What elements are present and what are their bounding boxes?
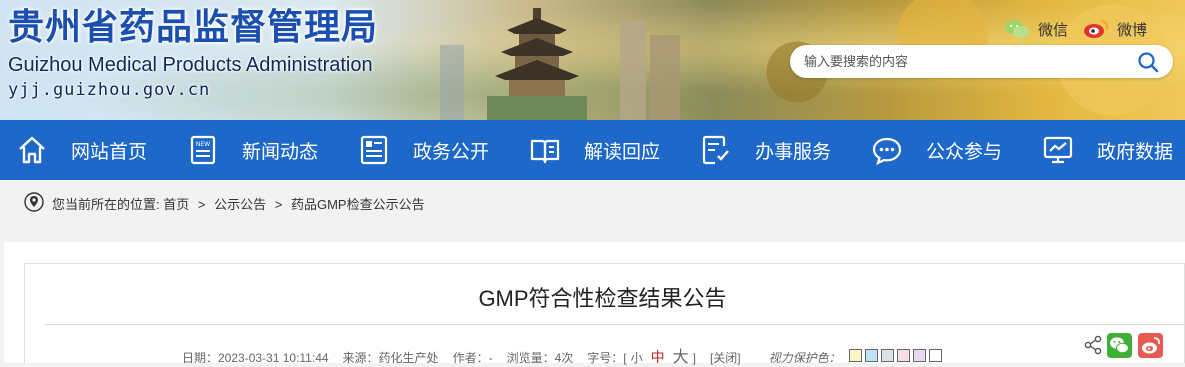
nav-item-label: 解读回应: [584, 141, 661, 163]
nav-item-label: 政务公开: [413, 141, 490, 163]
site-title-english: Guizhou Medical Products Administration: [8, 54, 373, 76]
breadcrumb: 您当前所在的位置: 首页 > 公示公告 > 药品GMP检查公示公告: [0, 180, 1185, 225]
nav-item-services[interactable]: 办事服务: [700, 120, 831, 180]
banner-building: [650, 35, 680, 120]
share-weibo-button[interactable]: [1138, 333, 1163, 358]
wechat-label: 微信: [1038, 21, 1069, 39]
site-title: 贵州省药品监督管理局: [8, 7, 379, 48]
weibo-label: 微博: [1117, 21, 1148, 39]
breadcrumb-link-home[interactable]: 首页: [163, 197, 189, 212]
article-views: 浏览量：4次: [506, 351, 574, 365]
eye-color-swatch[interactable]: [928, 349, 942, 362]
site-url: yjj.guizhou.gov.cn: [8, 80, 211, 100]
nav-item-home[interactable]: 网站首页: [16, 120, 147, 180]
wechat-icon: [1005, 20, 1029, 38]
close-page-link[interactable]: [关闭]: [710, 349, 741, 366]
data-monitor-icon: [1043, 136, 1073, 164]
news-icon: NEW: [190, 135, 216, 165]
article-date: 日期：2023-03-31 10:11:44: [182, 351, 329, 365]
wechat-link[interactable]: 微信: [1004, 18, 1068, 40]
eye-color-swatch[interactable]: [864, 349, 878, 362]
wechat-icon: [1110, 337, 1129, 354]
eye-color-swatch[interactable]: [896, 349, 910, 362]
font-size-medium-button[interactable]: 中: [651, 347, 665, 367]
nav-item-gov-open[interactable]: 政务公开: [358, 120, 489, 180]
main-nav: 网站首页 NEW 新闻动态 政务公开 解读回应 办事服务 公众参与 政府数据: [0, 120, 1185, 180]
search-input[interactable]: [804, 51, 1104, 71]
nav-item-label: 政府数据: [1097, 141, 1174, 163]
nav-item-label: 公众参与: [926, 141, 1003, 163]
search-box: [790, 45, 1173, 78]
font-size-label: 字号：[: [587, 351, 627, 365]
weibo-icon: [1084, 20, 1109, 38]
nav-item-public-participation[interactable]: 公众参与: [871, 120, 1002, 180]
header-banner: 贵州省药品监督管理局 Guizhou Medical Products Admi…: [0, 0, 1185, 120]
article-meta: 日期：2023-03-31 10:11:44 来源：药化生产处 作者：- 浏览量…: [182, 343, 956, 367]
share-icon[interactable]: [1083, 335, 1103, 355]
eye-color-swatch[interactable]: [912, 349, 926, 362]
breadcrumb-trail: 您当前所在的位置: 首页 > 公示公告 > 药品GMP检查公示公告: [52, 194, 425, 213]
share-wechat-button[interactable]: [1107, 333, 1132, 358]
open-book-icon: [530, 139, 560, 164]
service-form-icon: [702, 135, 729, 165]
nav-item-label: 办事服务: [755, 141, 832, 163]
article-title: GMP符合性检查结果公告: [478, 286, 727, 311]
breadcrumb-link-gmp[interactable]: 药品GMP检查公示公告: [291, 197, 425, 212]
breadcrumb-link-announcements[interactable]: 公示公告: [214, 197, 266, 212]
search-icon[interactable]: [1137, 51, 1159, 73]
breadcrumb-prefix: 您当前所在的位置:: [52, 197, 160, 212]
nav-item-interpretation[interactable]: 解读回应: [529, 120, 660, 180]
eye-color-swatch[interactable]: [848, 349, 862, 362]
home-icon: [19, 136, 45, 164]
nav-item-gov-data[interactable]: 政府数据: [1042, 120, 1173, 180]
eye-color-swatch[interactable]: [880, 349, 894, 362]
banner-building: [440, 45, 464, 120]
weibo-link[interactable]: 微博: [1083, 18, 1147, 40]
eye-care-swatches: [848, 349, 942, 362]
nav-item-label: 网站首页: [71, 141, 148, 163]
breadcrumb-separator: >: [197, 197, 206, 212]
title-divider: [44, 324, 1185, 325]
nav-item-news[interactable]: NEW 新闻动态: [187, 120, 318, 180]
banner-building: [620, 20, 646, 120]
article-source: 来源：药化生产处: [342, 351, 439, 365]
chat-bubble-icon: [872, 137, 902, 166]
svg-text:NEW: NEW: [196, 141, 210, 148]
weibo-icon: [1142, 337, 1161, 354]
eye-care-color-label: 视力保护色：: [768, 351, 841, 365]
article-author: 作者：-: [452, 351, 493, 365]
document-list-icon: [360, 135, 388, 165]
nav-item-label: 新闻动态: [242, 141, 319, 163]
pagoda-illustration: [487, 8, 587, 120]
font-size-small-button[interactable]: 小: [631, 349, 643, 366]
breadcrumb-separator: >: [274, 197, 283, 212]
location-pin-icon: [24, 192, 44, 212]
font-size-large-button[interactable]: 大: [673, 343, 689, 367]
